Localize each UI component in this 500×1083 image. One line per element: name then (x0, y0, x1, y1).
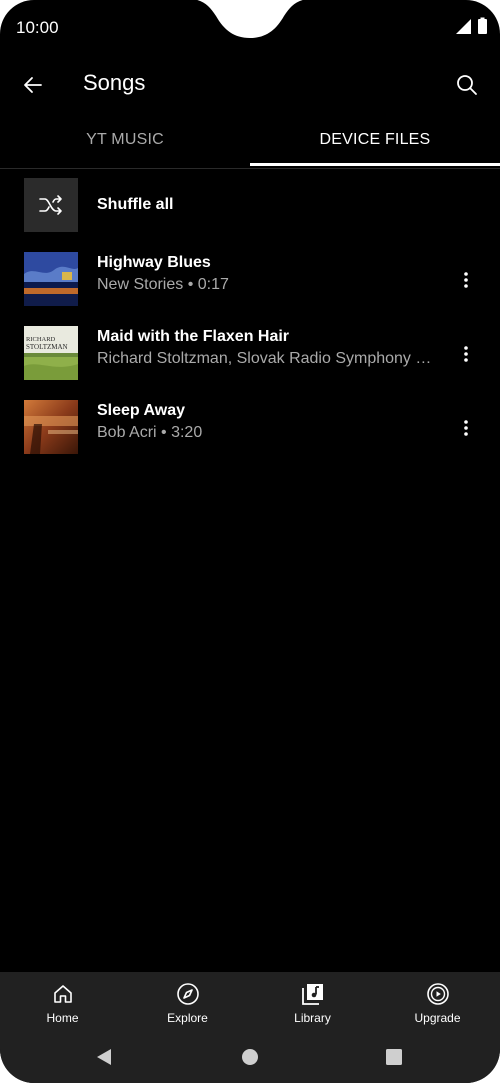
phone-screen: 10:00 Songs YT MUSIC DEVICE FILES Shuffl… (0, 0, 500, 1083)
square-recents-icon (386, 1049, 402, 1065)
nav-home-label: Home (46, 1011, 79, 1025)
app-bar: Songs (0, 56, 500, 114)
battery-icon (478, 19, 487, 34)
library-icon (301, 984, 323, 1005)
song-row[interactable]: Sleep Away Bob Acri • 3:20 (0, 392, 500, 464)
song-subtitle: Richard Stoltzman, Slovak Radio Symphony… (97, 350, 442, 367)
nav-explore-label: Explore (167, 1011, 208, 1025)
more-options-button[interactable] (452, 336, 480, 372)
system-home-button[interactable] (236, 1043, 264, 1071)
more-options-button[interactable] (452, 410, 480, 446)
tab-yt-music[interactable]: YT MUSIC (0, 114, 250, 166)
nav-explore[interactable]: Explore (125, 972, 250, 1030)
search-icon (457, 75, 477, 95)
shuffle-all-label: Shuffle all (97, 196, 174, 213)
page-title: Songs (83, 70, 146, 95)
camera-notch (196, 0, 304, 38)
more-options-button[interactable] (452, 262, 480, 298)
album-art-highway-blues (24, 252, 78, 306)
bottom-navigation: Home Explore Library Upgrade (0, 972, 500, 1030)
song-subtitle: Bob Acri • 3:20 (97, 424, 203, 441)
album-art-text-1: RICHARD (26, 336, 56, 343)
song-title: Sleep Away (97, 402, 186, 419)
nav-library[interactable]: Library (250, 972, 375, 1030)
song-subtitle: New Stories • 0:17 (97, 276, 229, 293)
play-circle-icon (426, 983, 449, 1005)
tab-device-files[interactable]: DEVICE FILES (250, 114, 500, 166)
nav-home[interactable]: Home (0, 972, 125, 1030)
shuffle-tile (24, 178, 78, 232)
album-art-maid-flaxen-hair: RICHARD STOLTZMAN (24, 326, 78, 380)
triangle-back-icon (97, 1049, 111, 1065)
search-button[interactable] (446, 64, 488, 106)
status-icons (456, 17, 487, 34)
song-row[interactable]: RICHARD STOLTZMAN Maid with the Flaxen H… (0, 318, 500, 390)
nav-upgrade-label: Upgrade (414, 1011, 461, 1025)
nav-library-label: Library (294, 1011, 331, 1025)
status-time: 10:00 (16, 18, 59, 37)
tab-bar: YT MUSIC DEVICE FILES (0, 114, 500, 169)
status-bar: 10:00 (0, 0, 500, 56)
more-vert-icon (464, 272, 468, 288)
home-icon (53, 985, 72, 1003)
system-navigation-bar (0, 1030, 500, 1083)
back-button[interactable] (12, 64, 54, 106)
nav-upgrade[interactable]: Upgrade (375, 972, 500, 1030)
signal-icon (456, 19, 471, 34)
compass-icon (176, 983, 199, 1005)
system-recents-button[interactable] (380, 1043, 408, 1071)
tab-selected-indicator (250, 163, 500, 166)
album-art-text-2: STOLTZMAN (26, 343, 68, 351)
shuffle-all-row[interactable]: Shuffle all (0, 170, 500, 242)
circle-home-icon (242, 1049, 258, 1065)
song-title: Maid with the Flaxen Hair (97, 328, 290, 345)
more-vert-icon (464, 420, 468, 436)
arrow-back-icon (24, 77, 42, 93)
shuffle-icon (39, 195, 62, 215)
song-row[interactable]: Highway Blues New Stories • 0:17 (0, 244, 500, 316)
album-art-sleep-away (24, 400, 78, 454)
song-title: Highway Blues (97, 254, 211, 271)
system-back-button[interactable] (90, 1043, 118, 1071)
more-vert-icon (464, 346, 468, 362)
